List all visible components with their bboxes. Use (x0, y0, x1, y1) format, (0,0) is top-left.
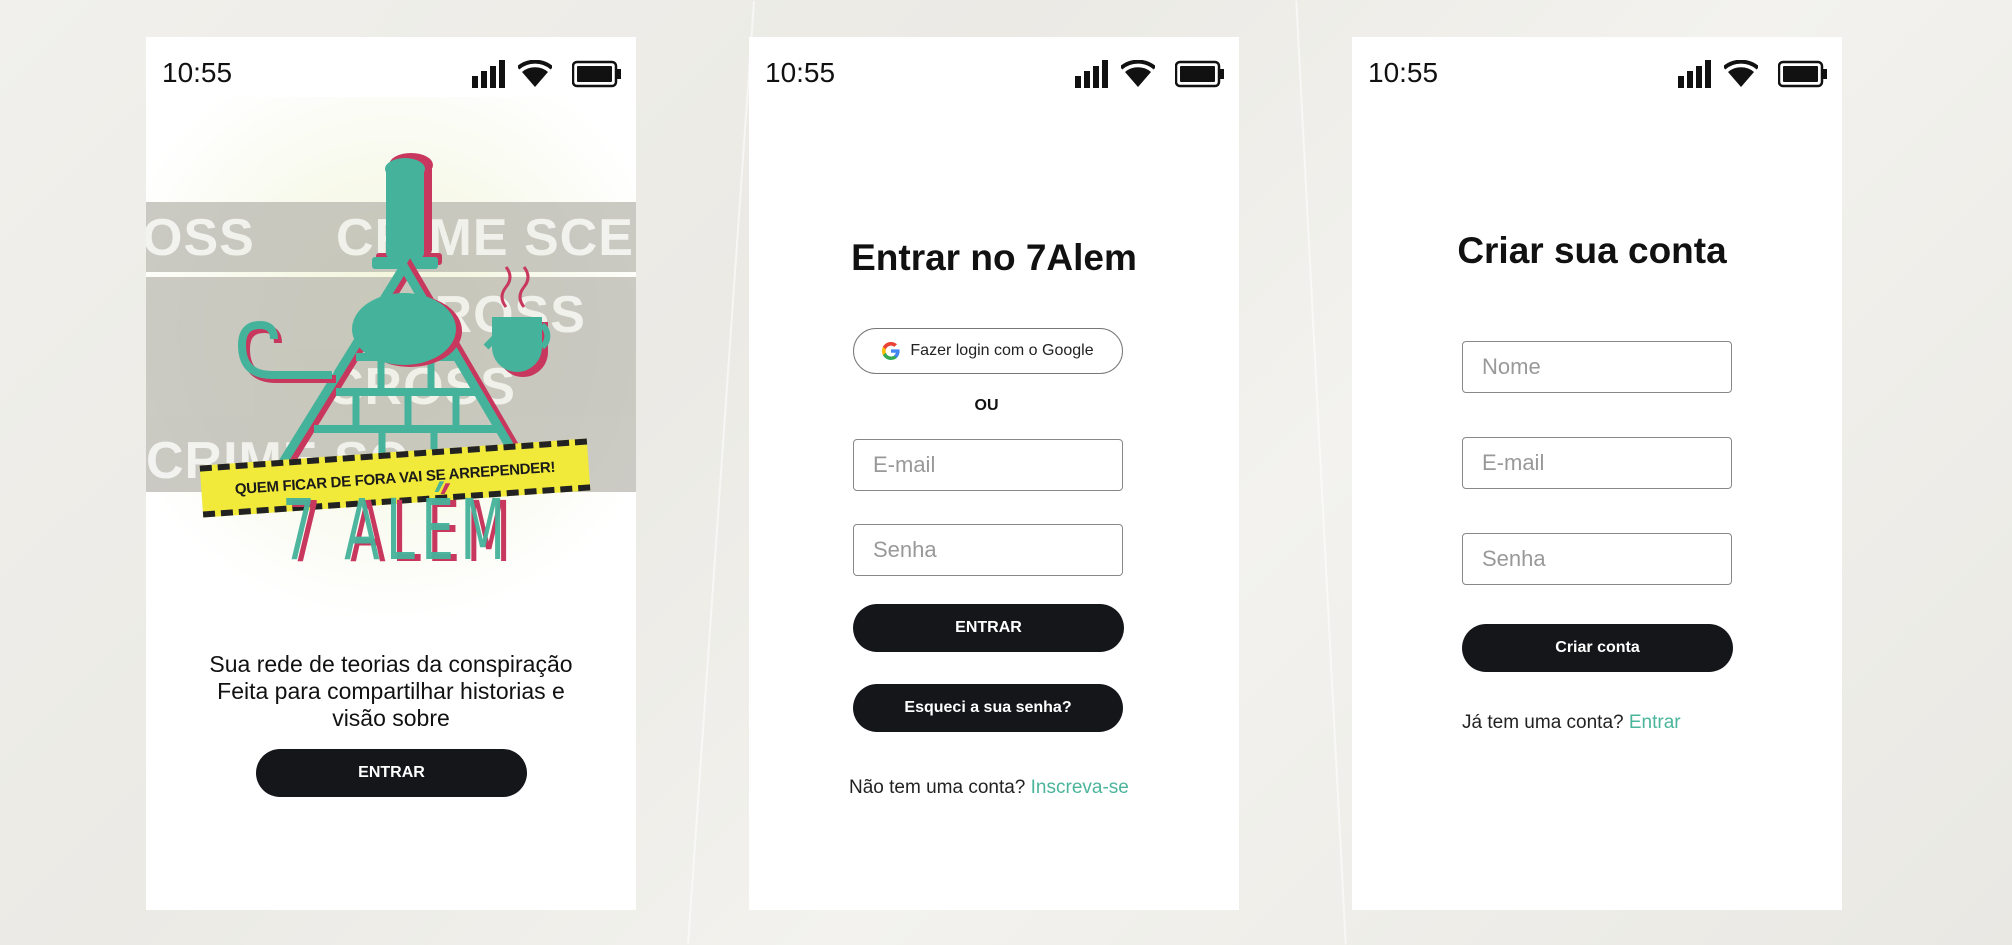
name-field[interactable]: Nome (1462, 341, 1732, 393)
create-account-button[interactable]: Criar conta (1462, 624, 1733, 672)
google-login-label: Fazer login com o Google (910, 342, 1094, 359)
wifi-icon (1724, 60, 1758, 87)
status-time: 10:55 (765, 57, 836, 88)
signal-icon (1678, 60, 1711, 88)
password-field[interactable]: Senha (1462, 533, 1732, 585)
status-bar: 10:55 (161, 47, 622, 91)
pyramid-logo-icon (237, 153, 551, 474)
login-screen: 10:55 Entrar no 7Alem Fazer login com o … (749, 37, 1239, 910)
page-title: Entrar no 7Alem (851, 237, 1137, 278)
status-bar: 10:55 (1367, 47, 1828, 91)
battery-icon (572, 60, 621, 88)
welcome-screen: 10:55 OSS CRIME SCE CROSS CROSS CRIME SC (146, 37, 636, 910)
forgot-password-button[interactable]: Esqueci a sua senha? (853, 684, 1123, 732)
login-prompt: Já tem uma conta? Entrar (1462, 712, 1681, 733)
password-placeholder: Senha (873, 537, 937, 562)
enter-button[interactable]: ENTRAR (853, 604, 1124, 652)
status-time: 10:55 (162, 57, 233, 88)
signal-icon (472, 60, 505, 88)
email-field[interactable]: E-mail (1462, 437, 1732, 489)
signup-screen: 10:55 Criar sua conta Nome E-mail Senha … (1352, 37, 1842, 910)
name-placeholder: Nome (1482, 354, 1541, 379)
wifi-icon (1121, 60, 1155, 87)
email-field[interactable]: E-mail (853, 439, 1123, 491)
page-title: Criar sua conta (1457, 230, 1727, 271)
password-field[interactable]: Senha (853, 524, 1123, 576)
email-placeholder: E-mail (1482, 450, 1545, 475)
tagline: Sua rede de teorias da conspiração Feita… (209, 651, 573, 731)
status-bar: 10:55 (764, 47, 1225, 91)
signup-prompt: Não tem uma conta? Inscreva-se (849, 777, 1129, 798)
signup-link[interactable]: Inscreva-se (1031, 777, 1129, 798)
password-placeholder: Senha (1482, 546, 1546, 571)
or-divider: OU (974, 397, 999, 414)
battery-icon (1778, 60, 1827, 88)
login-link[interactable]: Entrar (1629, 712, 1681, 733)
google-login-button[interactable]: Fazer login com o Google (853, 328, 1123, 374)
google-icon (882, 342, 900, 360)
enter-button[interactable]: ENTRAR (256, 749, 527, 797)
email-placeholder: E-mail (873, 452, 936, 477)
wifi-icon (518, 60, 552, 87)
signal-icon (1075, 60, 1108, 88)
battery-icon (1175, 60, 1224, 88)
status-time: 10:55 (1368, 57, 1439, 88)
